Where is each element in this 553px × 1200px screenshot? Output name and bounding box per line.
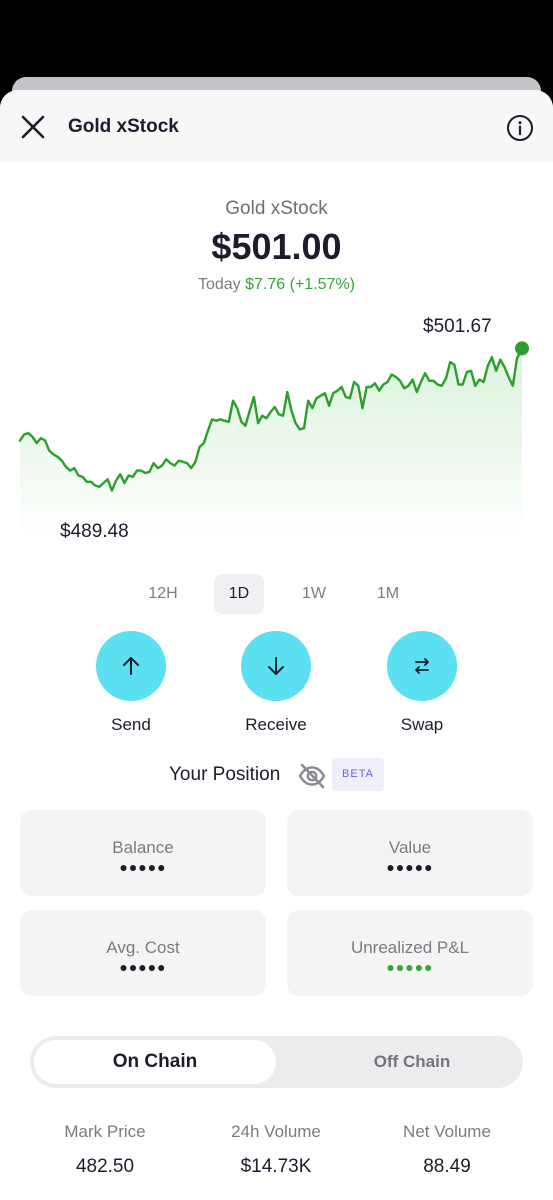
avg-cost-label: Avg. Cost xyxy=(106,938,180,957)
chain-toggle: On Chain Off Chain xyxy=(30,1036,523,1088)
mark-price-label: Mark Price xyxy=(64,1122,146,1141)
volume-24h-stat: 24h Volume $14.73K xyxy=(201,1122,351,1172)
beta-badge: BETA xyxy=(332,758,384,791)
send-circle[interactable] xyxy=(96,631,166,701)
chart-low-label: $489.48 xyxy=(60,521,129,542)
time-range-selector: 12H 1D 1W 1M xyxy=(0,574,553,614)
asset-name: Gold xStock xyxy=(225,198,328,219)
info-button[interactable] xyxy=(506,114,534,142)
net-volume-value: 88.49 xyxy=(423,1156,471,1172)
range-1d-button[interactable]: 1D xyxy=(214,574,264,614)
close-button[interactable] xyxy=(20,114,46,140)
balance-value-hidden: ●●●●● xyxy=(119,859,167,875)
on-chain-tab[interactable]: On Chain xyxy=(34,1040,276,1084)
action-buttons: Send Receive Swap xyxy=(0,631,553,741)
today-change-row: Today $7.76 (+1.57%) xyxy=(0,276,553,294)
swap-label: Swap xyxy=(400,715,444,734)
unrealized-pnl-value-hidden: ●●●●● xyxy=(386,959,434,975)
receive-label: Receive xyxy=(245,715,307,734)
today-label: Today xyxy=(197,276,241,293)
receive-button[interactable]: Receive xyxy=(226,631,326,735)
off-chain-tab[interactable]: Off Chain xyxy=(307,1040,517,1084)
today-change-value: $7.76 (+1.57%) xyxy=(245,276,355,293)
mark-price-stat: Mark Price 482.50 xyxy=(30,1122,180,1172)
value-value-hidden: ●●●●● xyxy=(386,859,434,875)
receive-circle[interactable] xyxy=(241,631,311,701)
send-label: Send xyxy=(111,715,151,734)
asset-price: $501.00 xyxy=(211,226,342,267)
net-volume-stat: Net Volume 88.49 xyxy=(372,1122,522,1172)
avg-cost-card: Avg. Cost ●●●●● xyxy=(20,910,266,996)
swap-icon xyxy=(415,658,429,674)
eye-off-icon xyxy=(298,763,326,789)
mark-price-value: 482.50 xyxy=(75,1156,135,1172)
chart-current-point xyxy=(515,341,529,356)
balance-card: Balance ●●●●● xyxy=(20,810,266,896)
sheet-header: Gold xStock xyxy=(0,90,553,162)
range-1w-button[interactable]: 1W xyxy=(292,574,336,614)
toggle-visibility-button[interactable] xyxy=(297,761,327,791)
position-title: Your Position xyxy=(169,764,281,785)
close-icon xyxy=(21,115,45,139)
value-card: Value ●●●●● xyxy=(287,810,533,896)
range-1m-button[interactable]: 1M xyxy=(366,574,410,614)
unrealized-pnl-label: Unrealized P&L xyxy=(350,938,470,957)
swap-button[interactable]: Swap xyxy=(372,631,472,735)
avg-cost-value-hidden: ●●●●● xyxy=(119,959,167,975)
arrow-up-icon xyxy=(123,657,139,675)
value-label: Value xyxy=(388,838,432,857)
market-stats: Mark Price 482.50 24h Volume $14.73K Net… xyxy=(0,1122,553,1172)
position-header: Your Position BETA xyxy=(0,758,553,794)
balance-label: Balance xyxy=(112,838,174,857)
range-12h-button[interactable]: 12H xyxy=(140,574,186,614)
volume-24h-label: 24h Volume xyxy=(231,1122,321,1141)
volume-24h-value: $14.73K xyxy=(240,1156,312,1172)
header-title: Gold xStock xyxy=(68,116,179,137)
unrealized-pnl-card: Unrealized P&L ●●●●● xyxy=(287,910,533,996)
arrow-down-icon xyxy=(268,657,284,675)
send-button[interactable]: Send xyxy=(81,631,181,735)
net-volume-label: Net Volume xyxy=(403,1122,491,1141)
asset-detail-sheet: Gold xStock Gold xStock $501.00 Today $7… xyxy=(0,90,553,1200)
price-chart[interactable] xyxy=(0,312,553,552)
swap-circle[interactable] xyxy=(387,631,457,701)
chart-high-label: $501.67 xyxy=(423,316,492,337)
info-icon xyxy=(507,115,533,141)
